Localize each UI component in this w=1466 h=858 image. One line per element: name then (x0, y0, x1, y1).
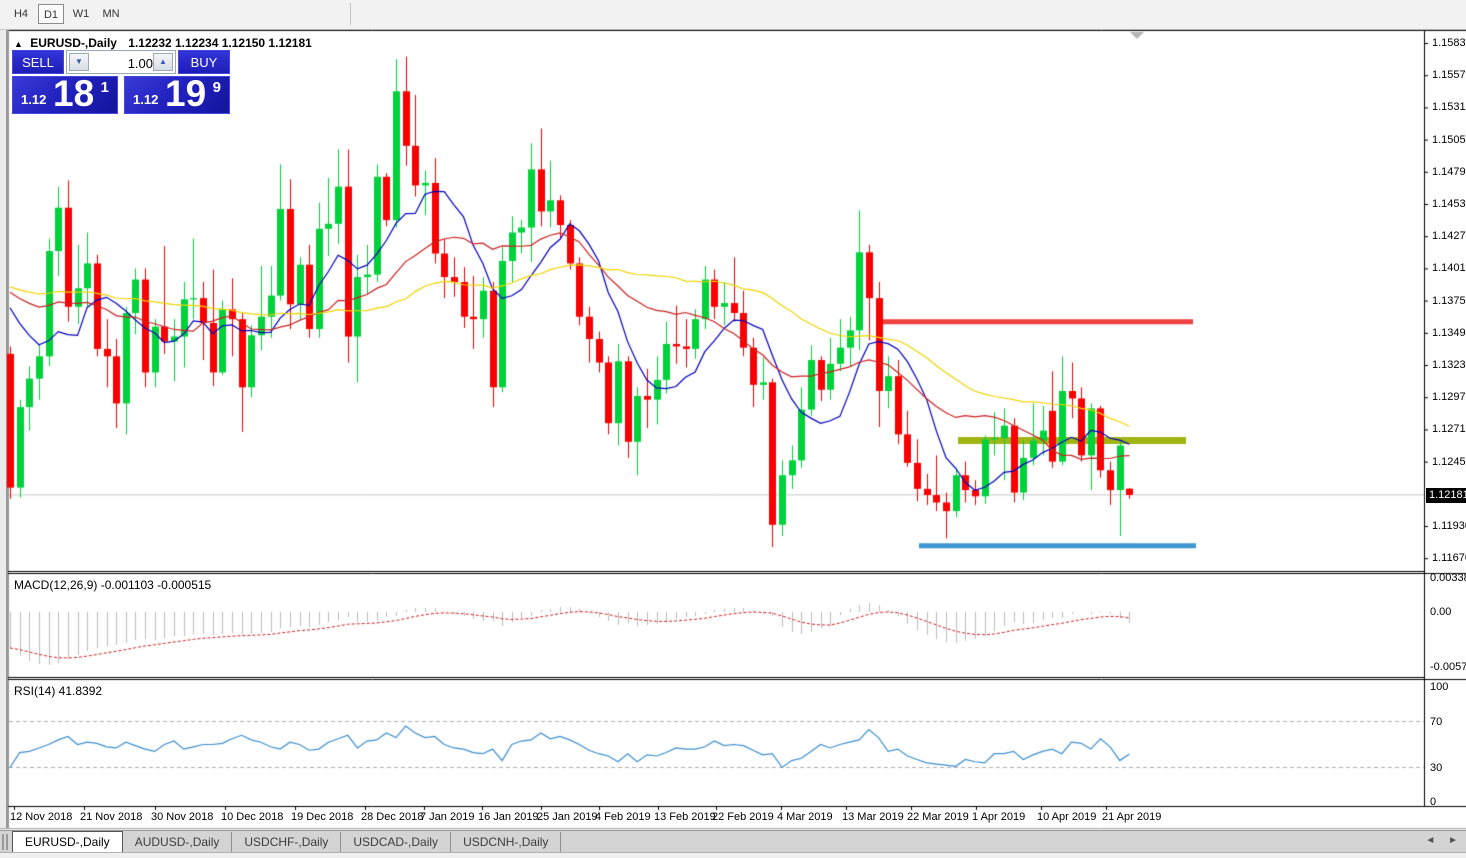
date-tick-label: 13 Feb 2019 (654, 811, 716, 823)
sell-price-prefix: 1.12 (21, 92, 46, 107)
rsi-scale-label: 30 (1430, 762, 1442, 774)
ohlc-values: 1.12232 1.12234 1.12150 1.12181 (128, 36, 312, 50)
rsi-scale-label: 100 (1430, 681, 1448, 693)
rsi-scale-label: 0 (1430, 796, 1436, 808)
date-tick-label: 22 Mar 2019 (907, 811, 969, 823)
chart-tabs: EURUSD-,DailyAUDUSD-,DailyUSDCHF-,DailyU… (12, 831, 561, 853)
price-tick-label: 1.12710 (1432, 423, 1466, 435)
macd-scale-label: 0.003386 (1430, 572, 1466, 584)
date-tick-label: 13 Mar 2019 (842, 811, 904, 823)
date-tick-label: 16 Jan 2019 (478, 811, 539, 823)
price-tick-label: 1.14530 (1432, 198, 1466, 210)
date-tick-label: 22 Feb 2019 (712, 811, 774, 823)
macd-indicator-label: MACD(12,26,9) -0.001103 -0.000515 (14, 578, 211, 592)
price-tick-label: 1.15570 (1432, 69, 1466, 81)
price-tick-label: 1.14010 (1432, 262, 1466, 274)
price-tick-label: 1.15050 (1432, 134, 1466, 146)
sell-price-button[interactable]: 1.12 18 1 (12, 76, 118, 114)
chart-symbol-header: ▲ EURUSD-,Daily 1.12232 1.12234 1.12150 … (14, 36, 312, 50)
volume-increase-button[interactable]: ▲ (153, 53, 173, 71)
tab-scroll-buttons: ◄ ► (1415, 835, 1458, 846)
rsi-scale-label: 70 (1430, 716, 1442, 728)
price-tick-label: 1.14790 (1432, 166, 1466, 178)
price-tick-label: 1.12450 (1432, 456, 1466, 468)
tab-scroll-right-icon[interactable]: ► (1448, 835, 1458, 846)
buy-price-prefix: 1.12 (133, 92, 158, 107)
date-tick-label: 21 Apr 2019 (1102, 811, 1161, 823)
chart-tab-usdchf[interactable]: USDCHF-,Daily (232, 832, 341, 853)
date-tick-label: 10 Apr 2019 (1037, 811, 1096, 823)
date-tick-label: 19 Dec 2018 (291, 811, 353, 823)
volume-spinner: ▼ ▲ (66, 50, 176, 74)
date-tick-label: 4 Feb 2019 (595, 811, 651, 823)
price-tick-label: 1.12970 (1432, 391, 1466, 403)
tabbar-grip (6, 834, 8, 850)
date-tick-label: 10 Dec 2018 (221, 811, 283, 823)
buy-price-pip: 9 (213, 79, 221, 96)
volume-decrease-button[interactable]: ▼ (69, 53, 89, 71)
chart-tab-usdcnh[interactable]: USDCNH-,Daily (451, 832, 561, 853)
price-tick-label: 1.14270 (1432, 230, 1466, 242)
window-bottom-edge (0, 852, 1466, 858)
buy-button[interactable]: BUY (178, 50, 230, 74)
chart-tab-usdcad[interactable]: USDCAD-,Daily (341, 832, 451, 853)
mt4-window: { "toolbar": { "tabs": [ {"label": "H4",… (0, 0, 1466, 857)
buy-price-button[interactable]: 1.12 19 9 (124, 76, 230, 114)
buy-price-main: 19 (165, 73, 206, 115)
current-price-badge: 1.12181 (1426, 488, 1466, 503)
sell-price-pip: 1 (101, 79, 109, 96)
sell-button[interactable]: SELL (12, 50, 64, 74)
price-tick-label: 1.11930 (1432, 520, 1466, 532)
tabbar-grip (2, 834, 4, 850)
date-tick-label: 30 Nov 2018 (151, 811, 213, 823)
chart-canvas[interactable] (0, 0, 1466, 857)
date-tick-label: 7 Jan 2019 (420, 811, 474, 823)
rsi-indicator-label: RSI(14) 41.8392 (14, 684, 102, 698)
tab-scroll-left-icon[interactable]: ◄ (1425, 835, 1435, 846)
macd-scale-label: 0.00 (1430, 606, 1451, 618)
macd-scale-label: -0.00574 (1430, 661, 1466, 673)
price-tick-label: 1.13750 (1432, 295, 1466, 307)
sell-price-main: 18 (53, 73, 94, 115)
chart-tab-eurusd[interactable]: EURUSD-,Daily (12, 831, 123, 853)
date-tick-label: 4 Mar 2019 (777, 811, 833, 823)
price-tick-label: 1.13490 (1432, 327, 1466, 339)
volume-input[interactable] (93, 53, 155, 73)
date-tick-label: 12 Nov 2018 (10, 811, 72, 823)
price-tick-label: 1.15830 (1432, 37, 1466, 49)
chart-tab-bar: EURUSD-,DailyAUDUSD-,DailyUSDCHF-,DailyU… (0, 830, 1466, 853)
symbol-name: EURUSD-,Daily (30, 36, 117, 50)
price-tick-label: 1.11670 (1432, 552, 1466, 564)
date-tick-label: 1 Apr 2019 (972, 811, 1025, 823)
date-tick-label: 28 Dec 2018 (361, 811, 423, 823)
price-tick-label: 1.13230 (1432, 359, 1466, 371)
chart-tab-audusd[interactable]: AUDUSD-,Daily (123, 832, 233, 853)
one-click-trading-panel: SELL ▼ ▲ BUY 1.12 18 1 1.12 19 9 (12, 50, 230, 114)
price-tick-label: 1.15310 (1432, 101, 1466, 113)
date-tick-label: 25 Jan 2019 (537, 811, 598, 823)
ohlc-direction-up-icon: ▲ (14, 39, 23, 49)
date-tick-label: 21 Nov 2018 (80, 811, 142, 823)
